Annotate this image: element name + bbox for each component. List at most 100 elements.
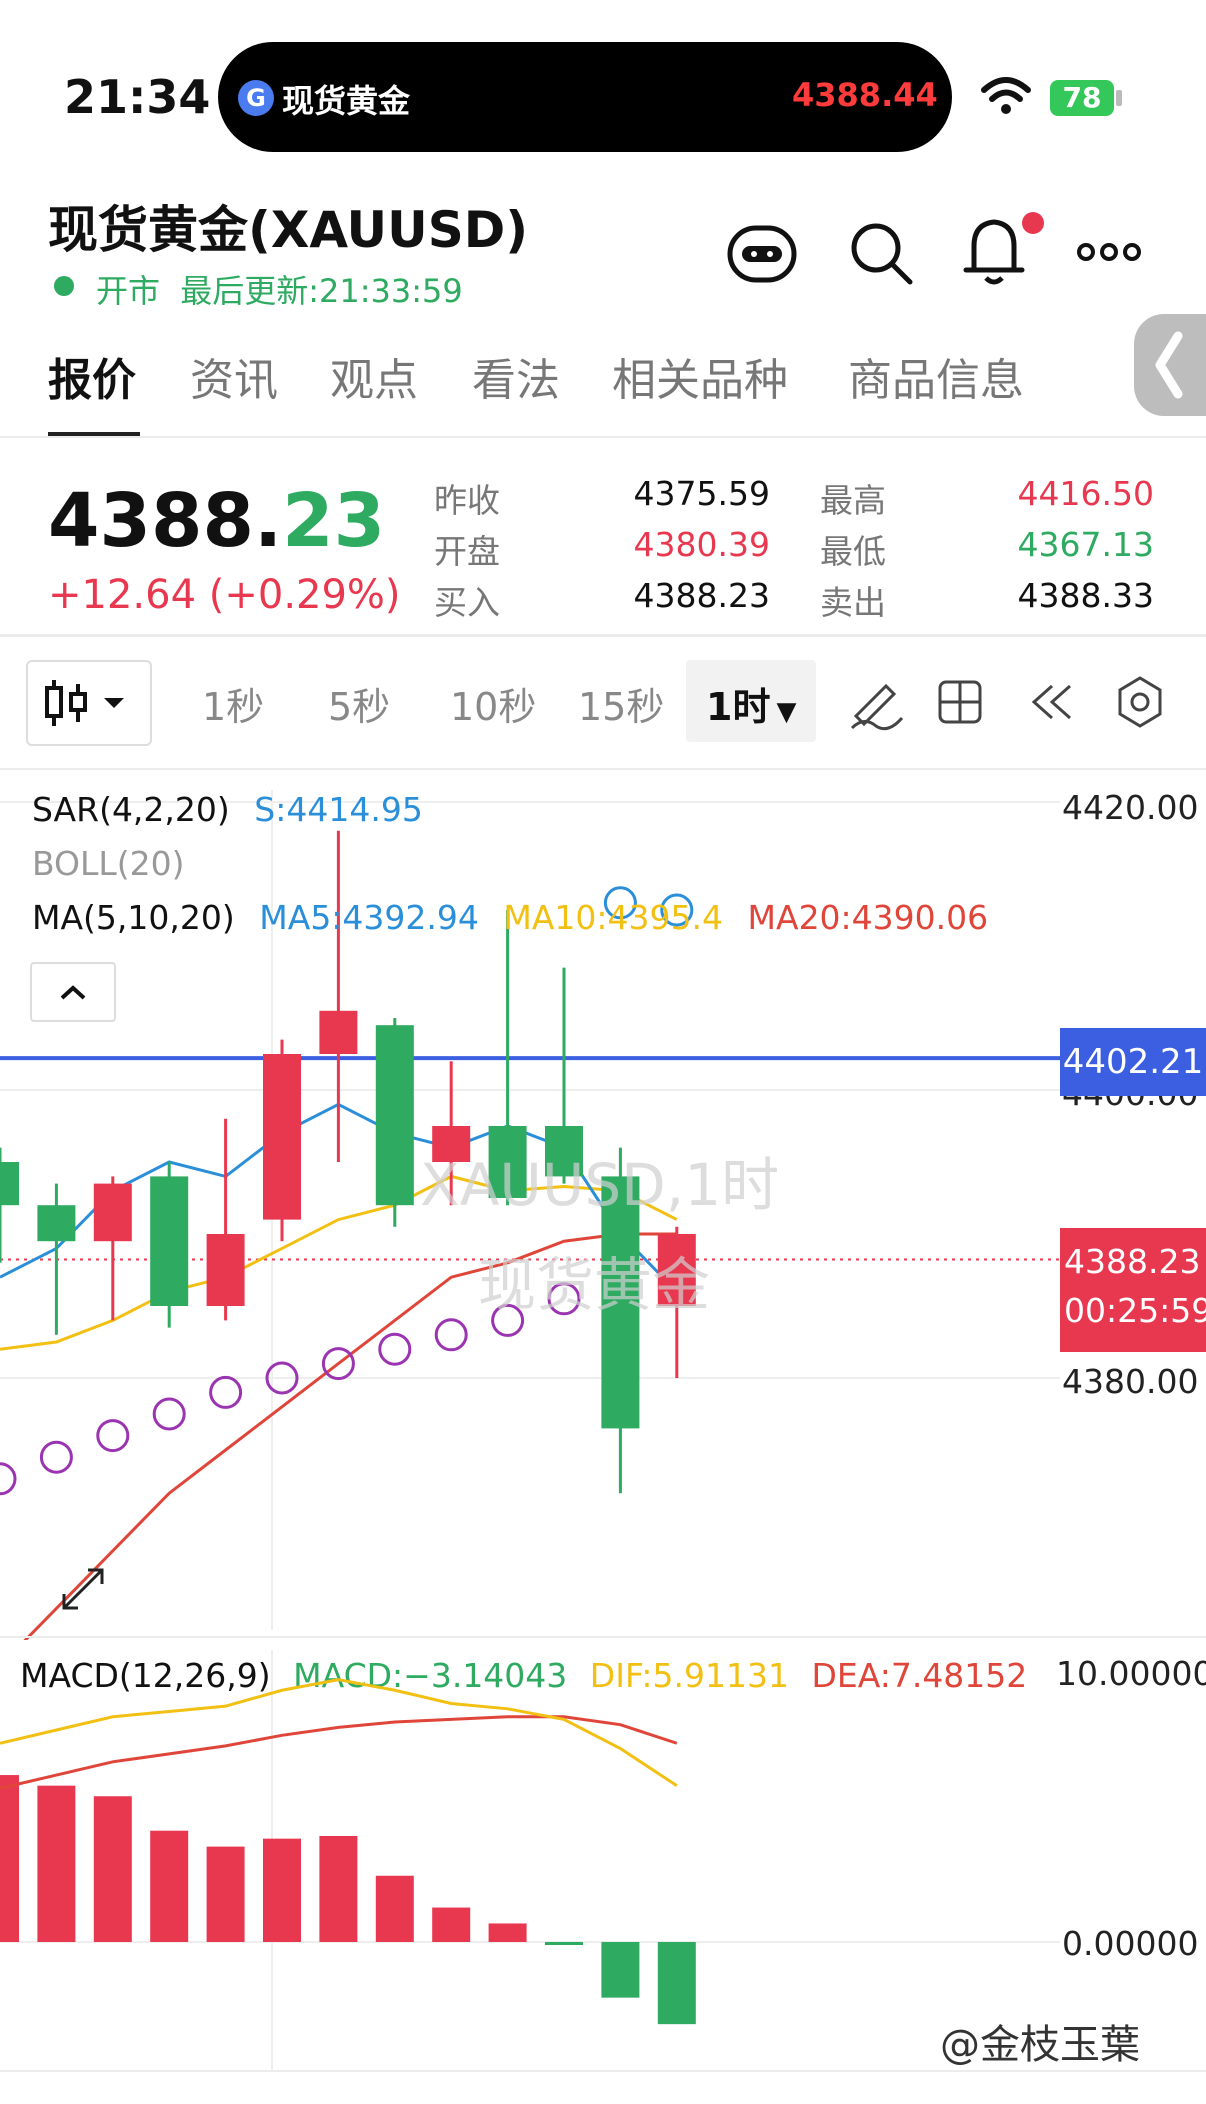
timeframe-1s[interactable]: 1秒 xyxy=(202,676,264,731)
market-status: 开市 xyxy=(96,272,161,310)
current-price-tag: 4388.23 00:25:59 xyxy=(1060,1228,1206,1352)
ask-value: 4388.33 xyxy=(1017,576,1154,615)
tab-opinions[interactable]: 看法 xyxy=(472,344,560,408)
open-value: 4380.39 xyxy=(633,525,770,564)
market-status-line: 开市 最后更新:21:33:59 xyxy=(96,266,463,312)
layout-grid-icon[interactable] xyxy=(930,672,990,732)
timeframe-15s[interactable]: 15秒 xyxy=(578,676,664,731)
prev-close-value: 4375.59 xyxy=(633,474,770,513)
more-icon[interactable] xyxy=(1076,240,1142,264)
toolbar-divider xyxy=(0,768,1206,770)
macd-bar xyxy=(37,1785,76,1942)
price-change: +12.64 (+0.29%) xyxy=(48,572,401,618)
settings-icon[interactable] xyxy=(1110,672,1170,732)
wifi-icon xyxy=(981,77,1031,114)
candlestick-icon xyxy=(45,680,124,726)
axis-label-top: 4420.00 xyxy=(1062,788,1199,827)
chart-type-selector[interactable] xyxy=(26,660,152,746)
macd-bar xyxy=(263,1838,301,1942)
sar-dot xyxy=(0,1462,17,1496)
sar-value: S:4414.95 xyxy=(254,790,423,829)
tab-related[interactable]: 相关品种 xyxy=(612,344,788,408)
tab-quote[interactable]: 报价 xyxy=(48,344,136,408)
bid-value: 4388.23 xyxy=(633,576,770,615)
chart-watermark-symbol: XAUUSD,1时 xyxy=(420,1151,780,1219)
battery-indicator: 78 xyxy=(1050,80,1114,116)
macd-bar xyxy=(545,1942,583,1945)
side-panel-handle[interactable] xyxy=(1134,314,1206,416)
candle-body xyxy=(37,1205,76,1242)
low-label: 最低 xyxy=(820,532,886,571)
sar-dot xyxy=(378,1332,412,1366)
collapse-indicators-button[interactable] xyxy=(30,962,116,1022)
high-label: 最高 xyxy=(820,481,886,520)
chevron-left-icon xyxy=(1155,331,1183,399)
macd-bar xyxy=(488,1923,527,1942)
macd-bar xyxy=(657,1942,696,2025)
macd-bar xyxy=(150,1830,189,1942)
current-price: 4388.23 xyxy=(48,478,386,564)
rewind-icon[interactable] xyxy=(1022,672,1082,732)
candle-body xyxy=(93,1183,132,1242)
ma-label: MA(5,10,20) MA5:4392.94 MA10:4395.4 MA20… xyxy=(32,898,989,937)
macd-bar xyxy=(0,1775,19,1942)
tab-product-info[interactable]: 商品信息 xyxy=(848,344,1024,408)
sar-label: SAR(4,2,20) S:4414.95 xyxy=(32,790,423,829)
search-icon[interactable] xyxy=(846,218,916,288)
chevron-up-icon xyxy=(60,985,86,1000)
highlight-price-tag[interactable]: 4402.21 xyxy=(1060,1028,1206,1096)
expand-icon[interactable] xyxy=(56,1562,110,1616)
battery-cap xyxy=(1116,90,1122,106)
tab-viewpoints[interactable]: 观点 xyxy=(330,344,418,408)
sar-dot xyxy=(96,1419,130,1453)
macd-bar xyxy=(432,1907,471,1942)
dif-line xyxy=(0,1678,678,1787)
macd-bar xyxy=(375,1875,414,1942)
ask-label: 卖出 xyxy=(820,583,886,622)
bid-label: 买入 xyxy=(434,583,500,622)
timeframe-1h[interactable]: 1时 ▼ xyxy=(706,676,796,731)
macd-divider xyxy=(0,1636,1206,1638)
market-status-dot xyxy=(54,276,74,296)
dea-line xyxy=(0,1715,678,1790)
chart-watermark-name: 现货黄金 xyxy=(478,1251,711,1319)
macd-bar xyxy=(601,1942,640,1998)
macd-bar xyxy=(319,1836,358,1942)
axis-label-low: 4380.00 xyxy=(1062,1362,1199,1401)
open-label: 开盘 xyxy=(434,532,500,571)
macd-bar xyxy=(206,1846,245,1942)
notification-badge xyxy=(1022,212,1044,234)
tab-news[interactable]: 资讯 xyxy=(190,344,278,408)
candle-body xyxy=(0,1162,19,1206)
current-price-tag-value: 4388.23 xyxy=(1064,1242,1201,1281)
high-value: 4416.50 xyxy=(1017,474,1154,513)
sar-dot xyxy=(434,1318,468,1352)
timeframe-10s[interactable]: 10秒 xyxy=(450,676,536,731)
candle-body xyxy=(206,1234,245,1306)
candle-body xyxy=(319,1010,358,1054)
candle-body xyxy=(150,1176,189,1306)
brand-watermark: @金枝玉葉 xyxy=(940,2022,1140,2068)
low-value: 4367.13 xyxy=(1017,525,1154,564)
ma20-value: MA20:4390.06 xyxy=(747,898,989,937)
bottom-divider xyxy=(0,2070,1206,2072)
last-update: 最后更新:21:33:59 xyxy=(180,272,463,310)
page-title: 现货黄金(XAUUSD) xyxy=(48,201,529,259)
countdown-timer: 00:25:59 xyxy=(1064,1291,1206,1330)
chevron-down-icon: ▼ xyxy=(776,697,797,727)
macd-bar xyxy=(93,1796,132,1942)
island-app-name: 现货黄金 xyxy=(282,82,411,120)
status-time: 21:34 xyxy=(64,70,211,124)
boll-label: BOLL(20) xyxy=(32,844,185,883)
robot-assistant-icon[interactable] xyxy=(724,222,800,286)
sar-dot xyxy=(209,1375,243,1409)
quote-divider xyxy=(0,634,1206,637)
timeframe-5s[interactable]: 5秒 xyxy=(328,676,390,731)
sar-dot xyxy=(152,1397,186,1431)
tabs-divider xyxy=(0,436,1206,438)
candle-body xyxy=(375,1025,414,1206)
sar-dot xyxy=(39,1440,73,1474)
island-price: 4388.44 xyxy=(792,76,938,114)
draw-tool-icon[interactable] xyxy=(846,672,906,732)
app-logo-icon: G xyxy=(238,80,274,116)
